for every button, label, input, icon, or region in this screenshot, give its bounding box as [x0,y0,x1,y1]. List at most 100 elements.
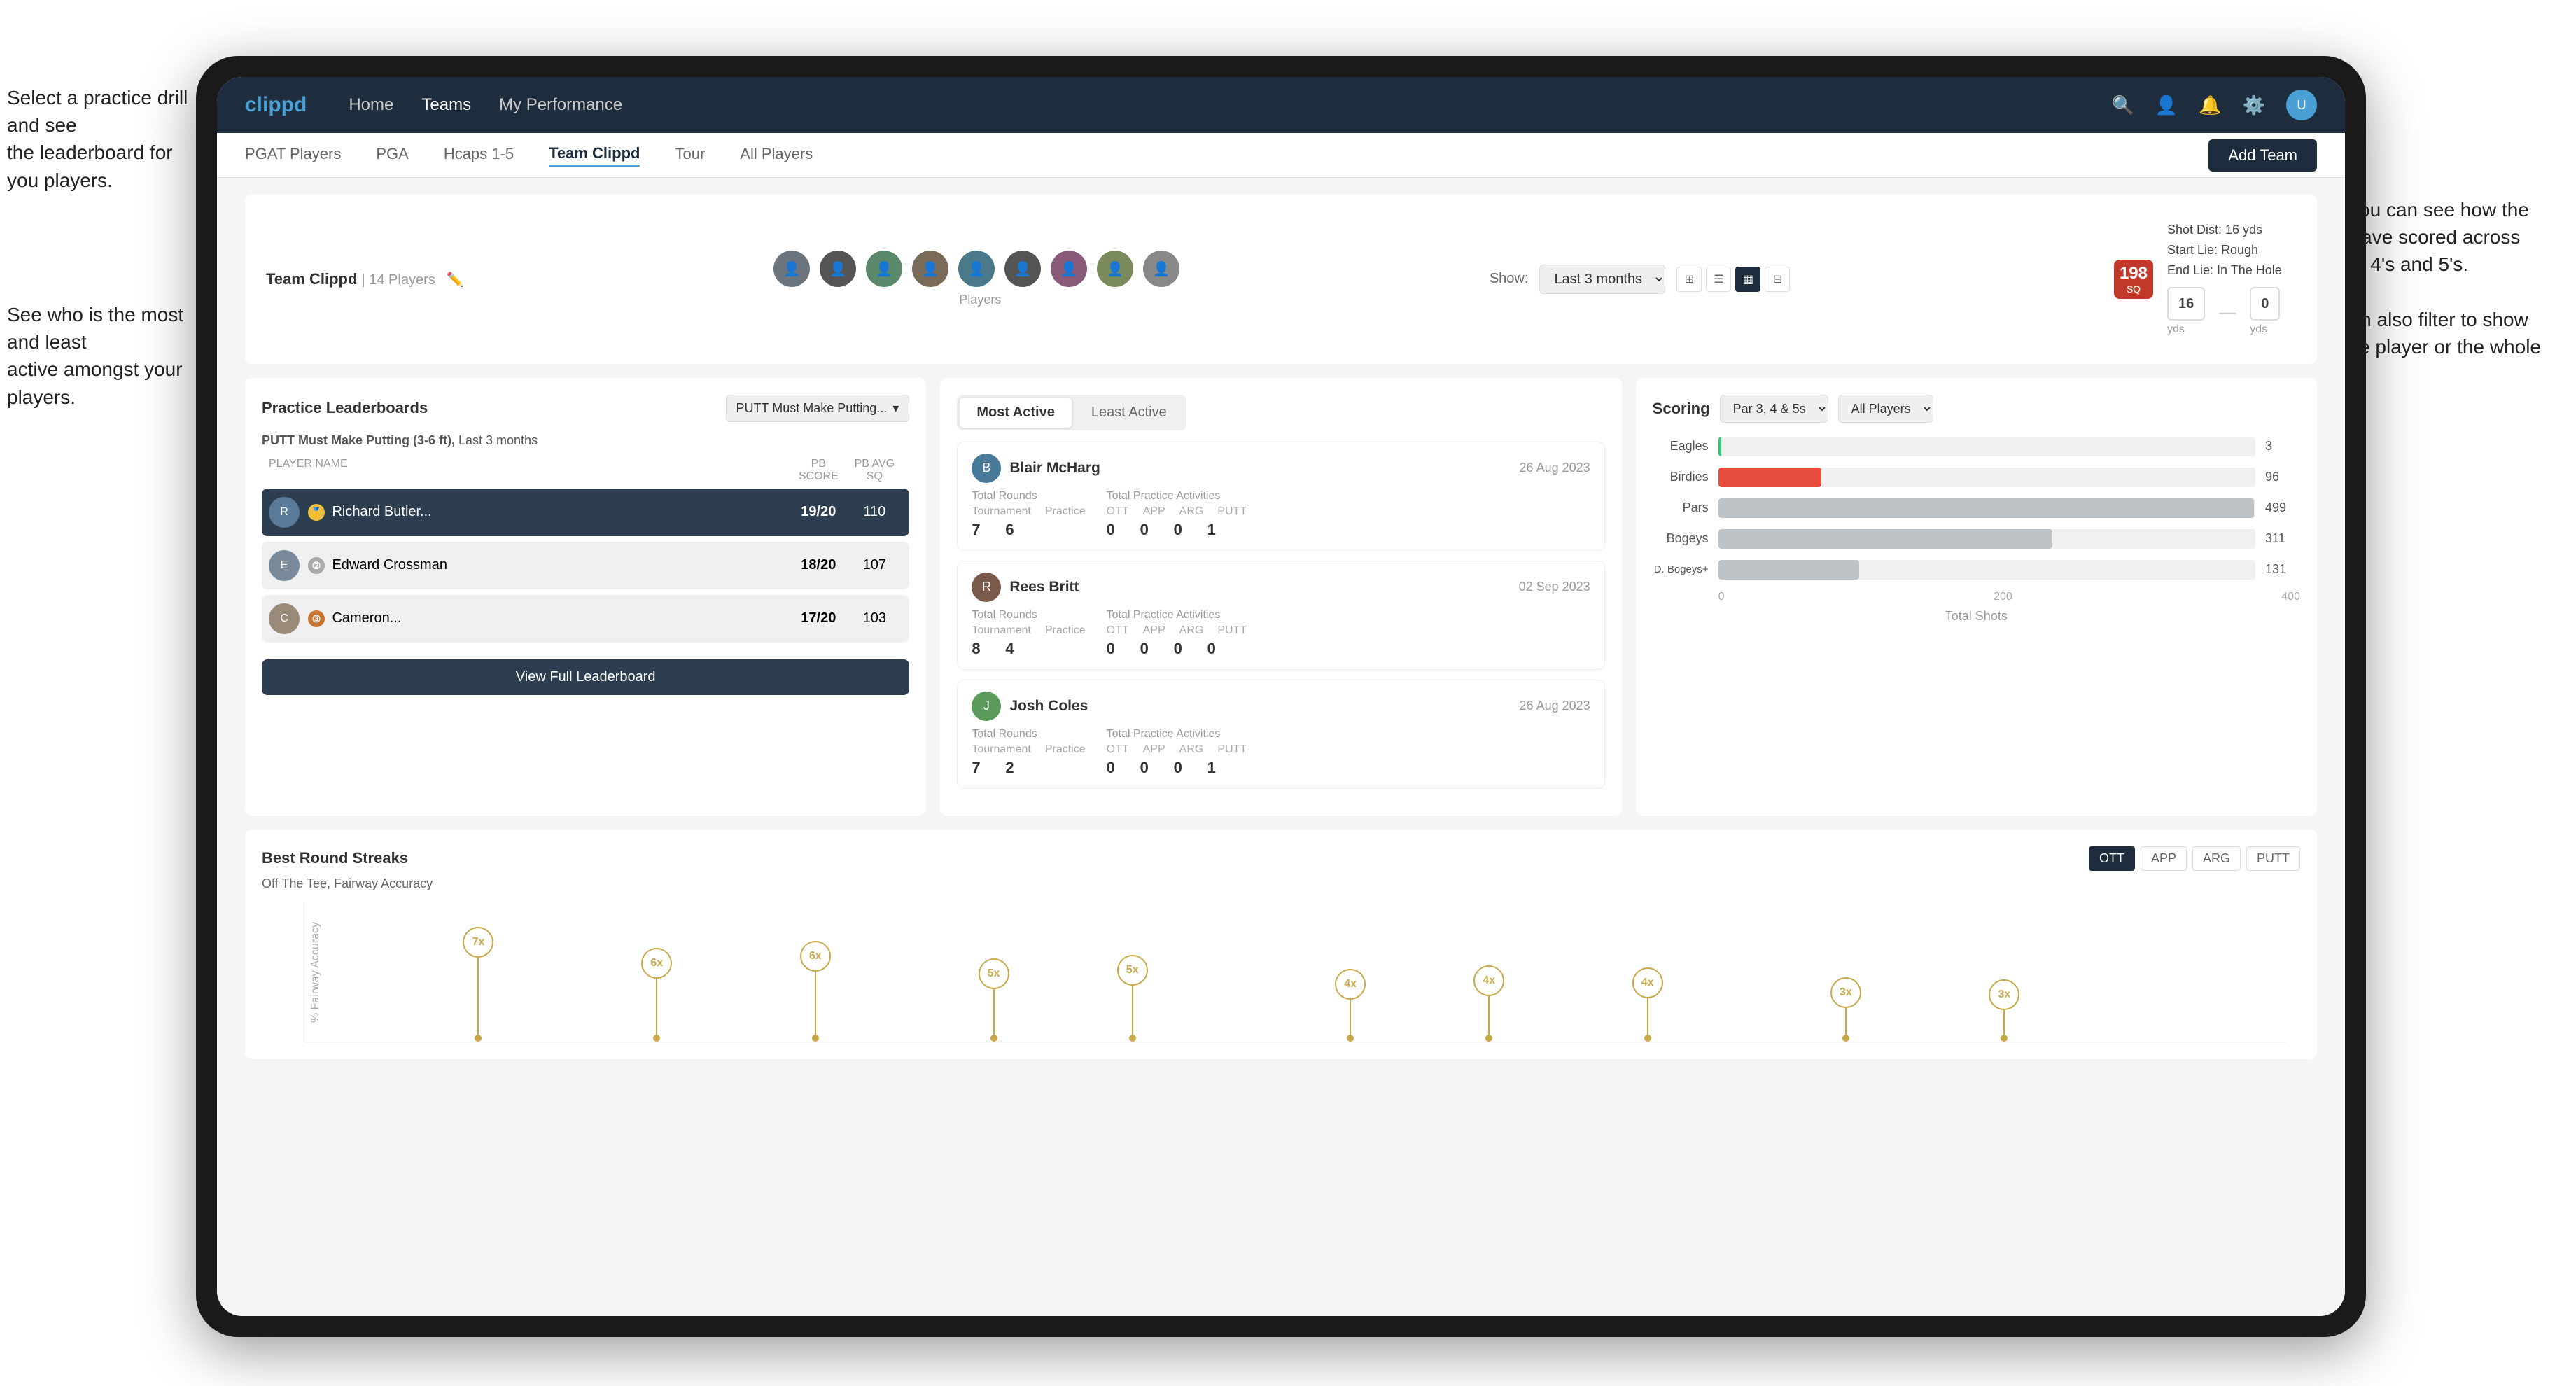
streaks-title: Best Round Streaks [262,849,408,867]
leaderboard-header: Practice Leaderboards PUTT Must Make Put… [262,395,909,422]
subnav-tour[interactable]: Tour [675,145,705,166]
lb-avatar-3: C [269,603,300,634]
annotation-left1: Select a practice drill and see the lead… [7,84,203,194]
player-avatar-9: 👤 [1143,251,1180,287]
main-content: Team Clippd | 14 Players ✏️ 👤 👤 👤 👤 👤 👤 … [217,178,2345,1316]
active-player-3: J Josh Coles 26 Aug 2023 Total Rounds To… [957,680,1604,789]
team-player-count: | 14 Players [362,272,435,288]
subnav-pga[interactable]: PGA [376,145,408,166]
scoring-header: Scoring Par 3, 4 & 5s Par 3s Par 4s Par … [1653,395,2300,423]
lb-badge-silver: ② [308,557,325,574]
apc-stats-2: Total Rounds TournamentPractice 84 Total… [972,609,1590,658]
subnav-all-players[interactable]: All Players [740,145,813,166]
apc-avatar-1: B [972,454,1001,483]
streaks-filter-putt[interactable]: PUTT [2246,846,2300,871]
leaderboard-title: Practice Leaderboards [262,399,428,417]
grid-view-icon[interactable]: ⊞ [1676,267,1702,292]
settings-icon[interactable]: ⚙️ [2243,94,2265,116]
team-title: Team Clippd | 14 Players [266,270,440,288]
navbar: clippd Home Teams My Performance 🔍 👤 🔔 ⚙… [217,77,2345,133]
bar-value-eagles: 3 [2265,439,2300,454]
apc-header-3: J Josh Coles 26 Aug 2023 [972,692,1590,721]
lb-badge-bronze: ③ [308,610,325,627]
show-controls: Show: Last 3 months Last 6 months Last y… [1490,265,1791,294]
bar-row-pars: Pars 499 [1653,498,2300,518]
scoring-card: Scoring Par 3, 4 & 5s Par 3s Par 4s Par … [1636,378,2317,816]
user-avatar[interactable]: U [2286,90,2317,120]
streaks-card: Best Round Streaks OTT APP ARG PUTT Off … [245,830,2317,1059]
bar-label-eagles: Eagles [1653,439,1709,454]
leaderboard-subtitle: PUTT Must Make Putting (3-6 ft), Last 3 … [262,433,909,448]
search-icon[interactable]: 🔍 [2112,94,2134,116]
lb-avatar-1: R [269,497,300,528]
streak-pin-3x-1: 3x [1830,977,1861,1042]
player-avatar-4: 👤 [912,251,948,287]
nav-home[interactable]: Home [349,95,393,115]
apc-name-row-1: B Blair McHarg [972,454,1100,483]
bell-icon[interactable]: 🔔 [2199,94,2221,116]
navbar-links: Home Teams My Performance [349,95,622,115]
bar-label-bogeys: Bogeys [1653,531,1709,546]
bar-label-dbogeys: D. Bogeys+ [1653,564,1709,575]
player-avatar-5: 👤 [958,251,995,287]
shot-badge: 198 SQ [2114,260,2153,299]
bar-value-pars: 499 [2265,500,2300,515]
active-tabs: Most Active Least Active [957,395,1186,430]
bar-row-birdies: Birdies 96 [1653,468,2300,487]
apc-avatar-2: R [972,573,1001,602]
practice-leaderboards-card: Practice Leaderboards PUTT Must Make Put… [245,378,926,816]
leaderboard-column-headers: PLAYER NAME PB SCORE PB AVG SQ [262,458,909,483]
streaks-filter-ott[interactable]: OTT [2089,846,2135,871]
streak-pin-4x-2: 4x [1474,965,1504,1042]
card-view-icon[interactable]: ▦ [1735,267,1760,292]
streak-pin-6x-2: 6x [800,941,831,1042]
active-players-card: Most Active Least Active B Blair McHarg … [940,378,1621,816]
bar-track-pars [1718,498,2255,518]
bar-track-dbogeys [1718,560,2255,580]
subnav-hcaps[interactable]: Hcaps 1-5 [444,145,514,166]
apc-date-3: 26 Aug 2023 [1520,699,1590,713]
period-select[interactable]: Last 3 months Last 6 months Last year [1539,265,1665,294]
lb-name-2: ② Edward Crossman [308,557,790,575]
player-avatar-7: 👤 [1051,251,1087,287]
least-active-tab[interactable]: Least Active [1074,398,1184,428]
list-view-icon[interactable]: ☰ [1706,267,1731,292]
bar-label-pars: Pars [1653,500,1709,515]
player-avatar-3: 👤 [866,251,902,287]
streaks-filter-row: OTT APP ARG PUTT [2089,846,2300,871]
bar-row-dbogeys: D. Bogeys+ 131 [1653,560,2300,580]
scoring-par-filter[interactable]: Par 3, 4 & 5s Par 3s Par 4s Par 5s [1720,395,1828,423]
apc-name-2: Rees Britt [1009,579,1079,596]
view-full-leaderboard-button[interactable]: View Full Leaderboard [262,659,909,695]
add-team-button[interactable]: Add Team [2208,139,2317,172]
shot-details: Shot Dist: 16 yds Start Lie: Rough End L… [2167,220,2282,339]
apc-name-row-3: J Josh Coles [972,692,1088,721]
nav-my-performance[interactable]: My Performance [499,95,622,115]
practice-activities-group-1: Total Practice Activities OTTAPPARGPUTT … [1107,490,1247,539]
bar-track-birdies [1718,468,2255,487]
streaks-subtitle: Off The Tee, Fairway Accuracy [262,876,2300,891]
streaks-filter-arg[interactable]: ARG [2192,846,2241,871]
streaks-filter-app[interactable]: APP [2141,846,2187,871]
scoring-player-filter[interactable]: All Players [1838,395,1933,423]
active-player-1: B Blair McHarg 26 Aug 2023 Total Rounds … [957,442,1604,551]
edit-team-icon[interactable]: ✏️ [447,272,464,288]
apc-name-3: Josh Coles [1009,698,1088,715]
subnav: PGAT Players PGA Hcaps 1-5 Team Clippd T… [217,133,2345,178]
table-view-icon[interactable]: ⊟ [1765,267,1790,292]
person-icon[interactable]: 👤 [2155,94,2178,116]
team-header: Team Clippd | 14 Players ✏️ 👤 👤 👤 👤 👤 👤 … [245,195,2317,364]
player-avatar-8: 👤 [1097,251,1133,287]
apc-stats-3: Total Rounds TournamentPractice 72 Total… [972,728,1590,777]
subnav-pgat-players[interactable]: PGAT Players [245,145,341,166]
apc-date-1: 26 Aug 2023 [1520,461,1590,475]
nav-teams[interactable]: Teams [421,95,471,115]
subnav-team-clippd[interactable]: Team Clippd [549,144,640,167]
lb-badge-gold: 🥇 [308,504,325,521]
most-active-tab[interactable]: Most Active [960,398,1072,428]
apc-avatar-3: J [972,692,1001,721]
leaderboard-dropdown[interactable]: PUTT Must Make Putting... ▾ [726,395,910,422]
streak-pin-5x-1: 5x [979,958,1009,1042]
total-rounds-group-1: Total Rounds TournamentPractice 76 [972,490,1085,539]
practice-activities-group-2: Total Practice Activities OTTAPPARGPUTT … [1107,609,1247,658]
